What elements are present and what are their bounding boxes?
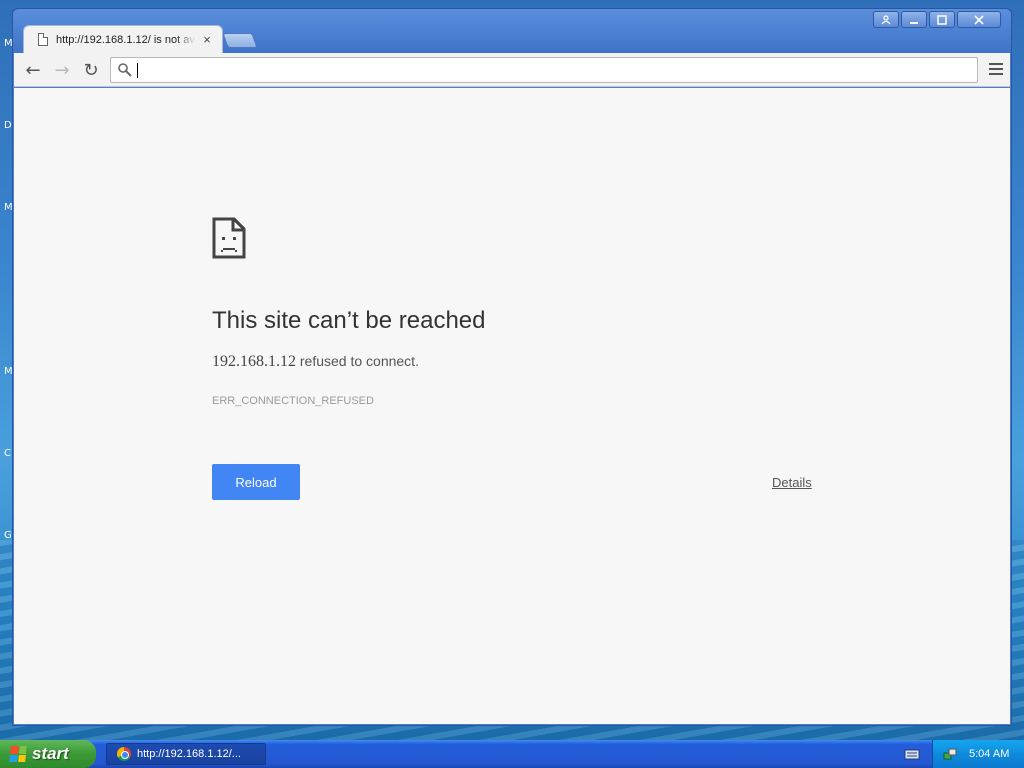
search-icon [118, 63, 132, 77]
minimize-icon [910, 21, 918, 24]
taskbar: start http://192.168.1.12/... 5:04 AM [0, 740, 1024, 768]
address-input[interactable] [137, 60, 957, 80]
arrow-right-icon: → [54, 59, 70, 81]
reload-page-button[interactable]: Reload [212, 464, 300, 500]
minimize-button[interactable] [901, 11, 927, 28]
sad-page-icon [212, 217, 246, 259]
keyboard-icon[interactable] [904, 747, 920, 761]
browser-toolbar: ← → ↻ [14, 53, 1010, 87]
taskbar-item-chrome[interactable]: http://192.168.1.12/... [106, 743, 266, 765]
text-caret [137, 63, 138, 78]
network-icon[interactable] [943, 747, 957, 761]
browser-window: http://192.168.1.12/ is not available × … [12, 8, 1012, 726]
window-title-bar: http://192.168.1.12/ is not available × [13, 9, 1011, 53]
error-code: ERR_CONNECTION_REFUSED [212, 395, 374, 407]
desktop-label: C [4, 448, 11, 459]
chrome-menu-button[interactable] [988, 61, 1004, 77]
error-message-text: refused to connect. [296, 353, 419, 369]
start-button[interactable]: start [0, 740, 96, 768]
chrome-icon [117, 747, 131, 761]
system-tray: 5:04 AM [932, 740, 1024, 768]
desktop-label: G [4, 530, 12, 541]
windows-logo-icon [9, 746, 27, 762]
back-button[interactable]: ← [22, 59, 44, 81]
close-icon [974, 14, 984, 25]
reload-button[interactable]: ↻ [80, 59, 102, 81]
error-title: This site can’t be reached [212, 307, 486, 334]
window-controls [873, 11, 1001, 28]
omnibox[interactable] [110, 57, 978, 83]
taskbar-item-label: http://192.168.1.12/... [137, 748, 241, 760]
close-window-button[interactable] [957, 11, 1001, 28]
arrow-left-icon: ← [25, 59, 41, 81]
tab-close-icon[interactable]: × [200, 32, 214, 47]
error-host: 192.168.1.12 [212, 353, 296, 370]
hamburger-menu-icon [989, 63, 1003, 65]
clock[interactable]: 5:04 AM [969, 748, 1009, 760]
hamburger-menu-icon-bar [989, 73, 1003, 75]
page-icon [38, 33, 48, 46]
page-content: This site can’t be reached 192.168.1.12 … [14, 88, 1010, 724]
details-link[interactable]: Details [772, 475, 812, 490]
error-message: 192.168.1.12 refused to connect. [212, 353, 419, 371]
profile-button[interactable] [873, 11, 899, 28]
maximize-button[interactable] [929, 11, 955, 28]
user-icon [881, 14, 891, 24]
forward-button[interactable]: → [51, 59, 73, 81]
browser-tab[interactable]: http://192.168.1.12/ is not available × [23, 25, 223, 53]
maximize-icon [937, 14, 947, 25]
new-tab-button[interactable] [222, 33, 258, 48]
hamburger-menu-icon-bar [989, 68, 1003, 70]
tab-title: http://192.168.1.12/ is not available [56, 33, 196, 46]
reload-icon: ↻ [83, 59, 99, 81]
desktop-label: D [4, 120, 12, 131]
start-label: start [32, 744, 69, 763]
